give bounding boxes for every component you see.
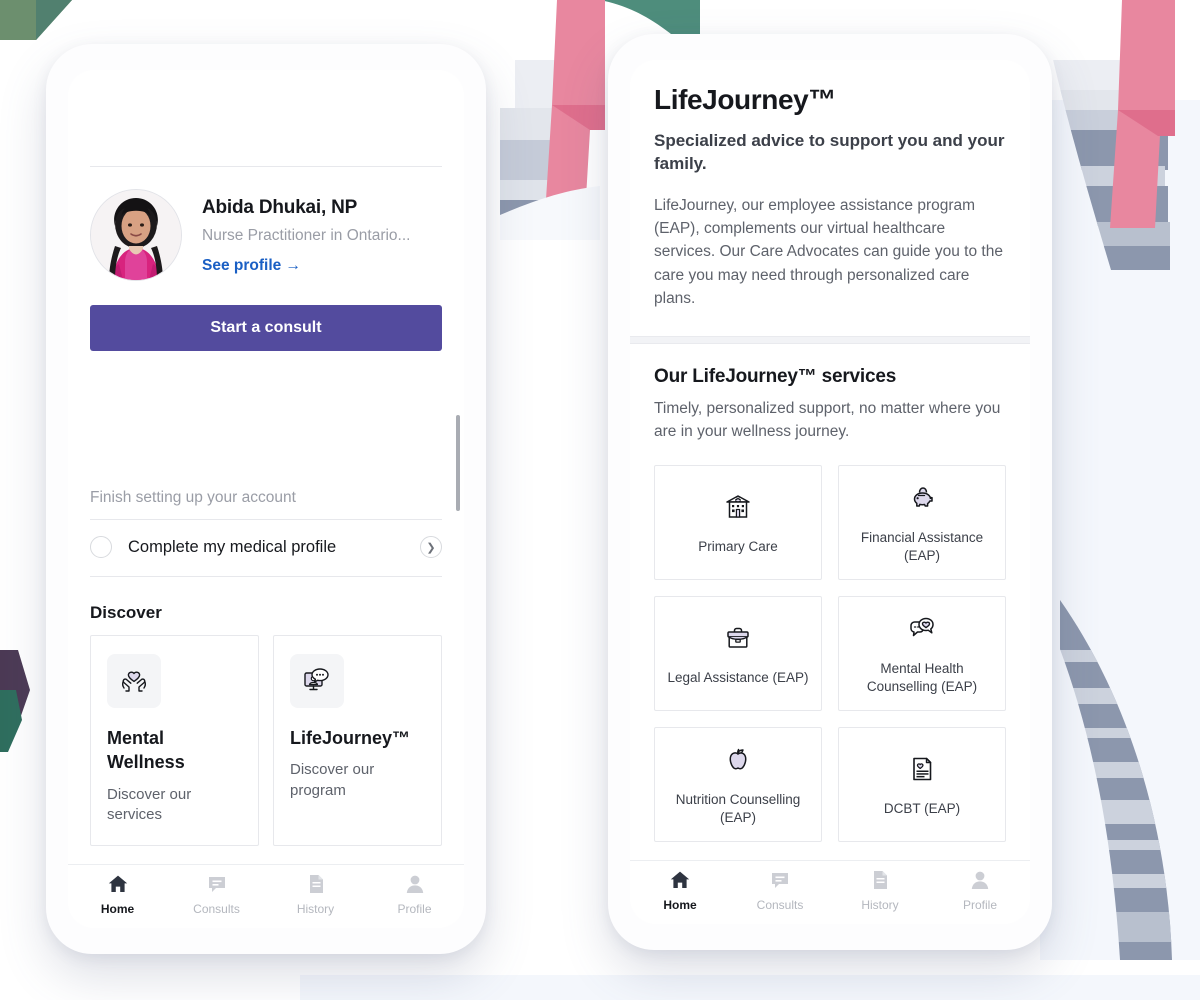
discover-card-title: LifeJourney™ <box>290 728 411 748</box>
document-icon <box>305 873 327 895</box>
services-grid: Primary Care Financial Assistance (EAP) … <box>654 465 1006 843</box>
tab-profile-label: Profile <box>397 902 432 916</box>
service-label: Legal Assistance (EAP) <box>667 669 809 685</box>
heart-in-hands-icon <box>107 654 161 708</box>
tab-profile-label: Profile <box>962 898 997 912</box>
lifejourney-hero: LifeJourney™ Specialized advice to suppo… <box>630 60 1030 337</box>
left-phone-screen: Abida Dhukai, NP Nurse Practitioner in O… <box>68 70 464 928</box>
discover-card-lifejourney[interactable]: LifeJourney™ Discover our program <box>273 635 442 847</box>
left-app-content: Abida Dhukai, NP Nurse Practitioner in O… <box>68 70 464 864</box>
tab-consults[interactable]: Consults <box>730 869 830 912</box>
hero-body: LifeJourney, our employee assistance pro… <box>654 196 1003 307</box>
service-card-nutrition-counselling[interactable]: Nutrition Counselling (EAP) <box>654 727 822 843</box>
finish-setup-heading: Finish setting up your account <box>90 489 296 506</box>
bottom-tab-bar: Home Consults History Profile <box>68 864 464 928</box>
service-label: Primary Care <box>698 538 778 554</box>
services-section: Our LifeJourney™ services Timely, person… <box>630 344 1030 843</box>
tab-consults[interactable]: Consults <box>167 873 266 916</box>
chat-icon <box>769 869 791 891</box>
video-chat-icon <box>290 654 344 708</box>
right-phone-frame: LifeJourney™ Specialized advice to suppo… <box>608 34 1052 950</box>
page-title: LifeJourney™ <box>654 84 836 115</box>
discover-card-title: Mental Wellness <box>107 728 185 773</box>
person-icon <box>404 873 426 895</box>
discover-heading: Discover <box>90 603 162 622</box>
service-card-financial-assistance[interactable]: Financial Assistance (EAP) <box>838 465 1006 581</box>
briefcase-icon <box>721 621 755 655</box>
clinic-building-icon <box>721 490 755 524</box>
home-icon <box>107 873 129 895</box>
left-phone-frame: Abida Dhukai, NP Nurse Practitioner in O… <box>46 44 486 954</box>
bg-shape-green <box>0 0 72 40</box>
chat-icon <box>206 873 228 895</box>
right-app-content: LifeJourney™ Specialized advice to suppo… <box>630 60 1030 860</box>
provider-card[interactable]: Abida Dhukai, NP Nurse Practitioner in O… <box>90 167 442 281</box>
content-scrollbar[interactable] <box>456 415 460 511</box>
tab-home[interactable]: Home <box>68 873 167 916</box>
avatar <box>90 189 182 281</box>
see-profile-link[interactable]: See profile → <box>202 257 410 275</box>
person-icon <box>969 869 991 891</box>
tab-consults-label: Consults <box>193 902 240 916</box>
provider-name: Abida Dhukai, NP <box>202 197 358 218</box>
bottom-tab-bar: Home Consults History Profile <box>630 860 1030 924</box>
tab-profile[interactable]: Profile <box>930 869 1030 912</box>
tab-history[interactable]: History <box>830 869 930 912</box>
chevron-right-icon[interactable]: ❯ <box>420 536 442 558</box>
chat-heart-icon <box>905 612 939 646</box>
service-label: Nutrition Counselling (EAP) <box>675 792 801 825</box>
tab-history-label: History <box>861 898 899 912</box>
piggy-bank-icon <box>905 481 939 515</box>
right-phone-screen: LifeJourney™ Specialized advice to suppo… <box>630 60 1030 924</box>
services-heading: Our LifeJourney™ services <box>654 366 897 388</box>
radio-unchecked-icon[interactable] <box>90 536 112 558</box>
section-gap-divider <box>630 336 1030 345</box>
finish-divider-bottom <box>90 576 442 577</box>
service-card-dcbt[interactable]: DCBT (EAP) <box>838 727 1006 843</box>
screenshot-root: Abida Dhukai, NP Nurse Practitioner in O… <box>0 0 1200 1000</box>
tab-profile[interactable]: Profile <box>365 873 464 916</box>
tab-history-label: History <box>296 902 335 916</box>
provider-role: Nurse Practitioner in Ontario... <box>202 227 411 244</box>
service-card-mental-health-counselling[interactable]: Mental Health Counselling (EAP) <box>838 596 1006 712</box>
services-subheading: Timely, personalized support, no matter … <box>654 400 1001 440</box>
discover-card-mental-wellness[interactable]: Mental Wellness Discover our services <box>90 635 259 847</box>
service-card-primary-care[interactable]: Primary Care <box>654 465 822 581</box>
apple-icon <box>721 743 755 777</box>
discover-card-sub: Discover our program <box>290 761 375 799</box>
task-label: Complete my medical profile <box>128 537 337 556</box>
service-label: Financial Assistance (EAP) <box>860 530 984 563</box>
tab-history[interactable]: History <box>266 873 365 916</box>
service-label: Mental Health Counselling (EAP) <box>866 661 978 694</box>
service-card-legal-assistance[interactable]: Legal Assistance (EAP) <box>654 596 822 712</box>
bg-shape-left-edge <box>0 650 30 752</box>
home-icon <box>669 869 691 891</box>
discover-card-sub: Discover our services <box>107 785 192 823</box>
tab-home[interactable]: Home <box>630 869 730 912</box>
hero-subtitle: Specialized advice to support you and yo… <box>654 131 1005 173</box>
discover-grid: Mental Wellness Discover our services Li… <box>90 635 442 847</box>
tab-home-label: Home <box>663 898 697 912</box>
tab-consults-label: Consults <box>756 898 804 912</box>
document-heart-icon <box>905 752 939 786</box>
task-complete-medical-profile[interactable]: Complete my medical profile ❯ <box>90 520 442 576</box>
provider-photo-icon <box>91 190 181 280</box>
tab-home-label: Home <box>100 902 135 916</box>
document-icon <box>869 869 891 891</box>
service-label: DCBT (EAP) <box>883 800 961 816</box>
start-consult-button[interactable]: Start a consult <box>90 305 442 351</box>
